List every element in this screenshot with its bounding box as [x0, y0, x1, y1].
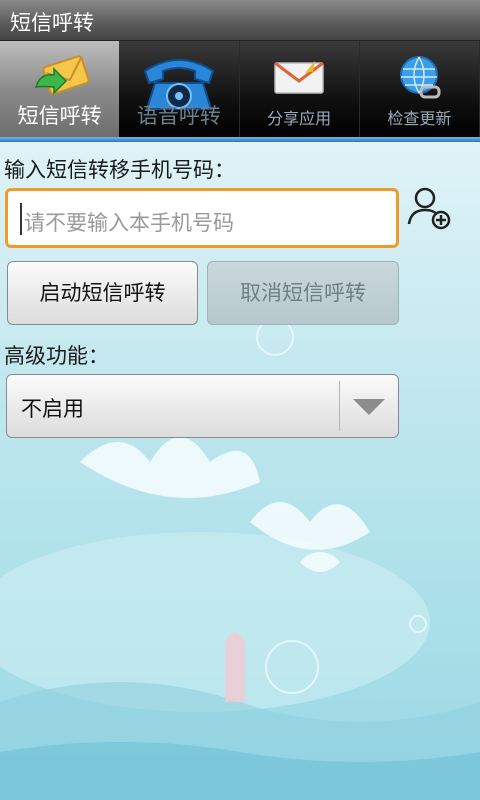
main-content: 输入短信转移手机号码： 请不要输入本手机号码 启动短信呼转 取消短信呼转 高级功…: [0, 142, 480, 800]
tab-sms-forward[interactable]: 短信呼转: [0, 41, 120, 137]
add-contact-icon[interactable]: [405, 184, 453, 232]
tab-check-update[interactable]: 检查更新: [360, 41, 480, 137]
tab-label: 分享应用: [267, 109, 332, 128]
title-bar: 短信呼转: [0, 0, 480, 41]
tab-bar: 短信呼转 语音呼转 分享应用 检查更新: [0, 41, 480, 137]
cancel-sms-forward-button[interactable]: 取消短信呼转: [207, 261, 399, 325]
advanced-features-select[interactable]: 不启用: [6, 374, 399, 438]
start-sms-forward-button[interactable]: 启动短信呼转: [7, 261, 198, 325]
phone-number-placeholder: 请不要输入本手机号码: [24, 211, 234, 235]
tab-label: 短信呼转: [17, 104, 102, 128]
advanced-features-value: 不启用: [21, 397, 84, 421]
share-envelope-icon: [274, 61, 325, 94]
text-caret: [20, 203, 22, 235]
tab-label: 语音呼转: [136, 104, 221, 128]
globe-update-icon: [400, 56, 441, 99]
select-divider: [339, 381, 340, 431]
tab-share-app[interactable]: 分享应用: [240, 41, 360, 137]
phone-number-label: 输入短信转移手机号码：: [4, 158, 235, 182]
dropdown-arrow-icon: [353, 399, 385, 415]
tab-voice-forward[interactable]: 语音呼转: [119, 41, 240, 137]
tab-label: 检查更新: [387, 109, 452, 128]
app-title: 短信呼转: [10, 11, 94, 35]
phone-number-input[interactable]: 请不要输入本手机号码: [5, 188, 399, 248]
advanced-features-label: 高级功能：: [4, 344, 109, 368]
